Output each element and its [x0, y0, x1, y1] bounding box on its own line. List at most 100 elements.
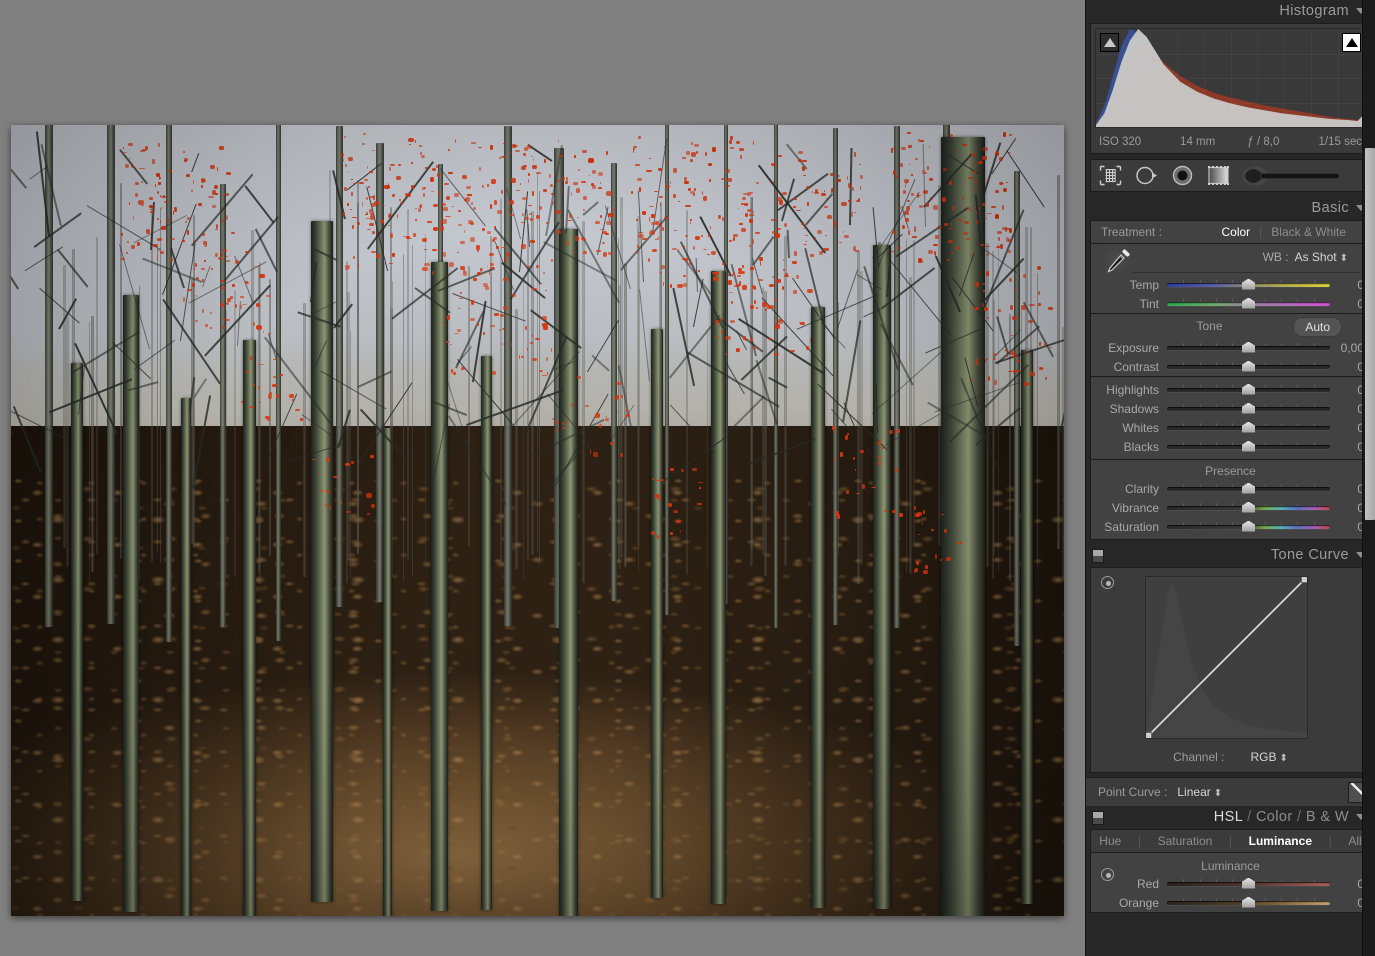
slider-control[interactable] — [1167, 384, 1330, 396]
slider-value[interactable]: 0 — [1330, 421, 1364, 435]
slider-control[interactable] — [1167, 342, 1330, 354]
slider-row-blacks[interactable]: Blacks0 — [1091, 437, 1370, 456]
slider-value[interactable]: 0 — [1330, 360, 1364, 374]
white-balance-section: WB : As Shot⬍ Temp0Tint0 — [1091, 244, 1370, 314]
slider-row-saturation[interactable]: Saturation0 — [1091, 517, 1370, 536]
slider-row-exposure[interactable]: Exposure 0,00 — [1091, 338, 1370, 357]
develop-right-panel[interactable]: Histogram ISO 320 14 mm ƒ / 8,0 1/15 sec — [1085, 0, 1375, 956]
adjustment-brush-tool[interactable] — [1241, 163, 1353, 188]
hsl-tab-saturation[interactable]: Saturation — [1158, 834, 1213, 848]
mid-tree-trunk — [107, 125, 115, 624]
red-eye-correction-tool[interactable] — [1169, 163, 1196, 188]
background-tree — [750, 197, 753, 566]
image-canvas-area[interactable] — [0, 0, 1085, 956]
slider-label: Exposure — [1095, 341, 1167, 355]
exif-focal-length: 14 mm — [1165, 136, 1231, 148]
spot-removal-tool[interactable] — [1133, 163, 1160, 188]
histogram-header[interactable]: Histogram — [1086, 0, 1375, 23]
shadow-clipping-toggle[interactable] — [1100, 33, 1119, 52]
panel-switch-icon[interactable] — [1092, 549, 1104, 563]
hsl-tab-hue[interactable]: Hue — [1099, 834, 1121, 848]
slider-value[interactable]: 0 — [1330, 501, 1364, 515]
slider-value[interactable]: 0 — [1330, 402, 1364, 416]
wb-value-text: As Shot — [1295, 250, 1337, 264]
hsl-title-bw[interactable]: B & W — [1306, 809, 1349, 825]
slider-value[interactable]: 0 — [1330, 877, 1364, 891]
treatment-row: Treatment : Color | Black & White — [1091, 221, 1370, 243]
slider-control[interactable] — [1167, 897, 1330, 909]
slider-value[interactable]: 0 — [1330, 383, 1364, 397]
crop-overlay-tool[interactable] — [1097, 163, 1124, 188]
channel-value[interactable]: RGB⬍ — [1250, 750, 1287, 764]
curve-handle-black-point[interactable] — [1145, 732, 1152, 739]
slider-label: Orange — [1095, 896, 1167, 910]
curve-handle-white-point[interactable] — [1301, 576, 1308, 583]
hsl-title-sep2: / — [1297, 809, 1301, 825]
hsl-title: HSL / Color / B & W — [1214, 809, 1349, 825]
hsl-section-label: Luminance — [1091, 855, 1370, 874]
slider-control[interactable] — [1167, 361, 1330, 373]
hsl-tab-luminance[interactable]: Luminance — [1249, 834, 1312, 848]
hsl-title-color[interactable]: Color — [1256, 809, 1293, 825]
targeted-adjustment-tool-icon[interactable] — [1101, 576, 1114, 589]
point-curve-row: Point Curve : Linear⬍ — [1086, 777, 1375, 806]
white-balance-selector-icon[interactable] — [1099, 246, 1133, 276]
slider-control[interactable] — [1167, 403, 1330, 415]
panel-scrollbar-thumb[interactable] — [1365, 148, 1375, 520]
slider-row-red[interactable]: Red0 — [1091, 874, 1370, 893]
slider-row-clarity[interactable]: Clarity0 — [1091, 479, 1370, 498]
tone-curve-title: Tone Curve — [1271, 547, 1349, 563]
background-tree — [913, 240, 915, 544]
tone-curve-plot[interactable] — [1145, 576, 1308, 739]
treatment-option-color[interactable]: Color — [1221, 225, 1250, 239]
slider-row-tint[interactable]: Tint0 — [1091, 294, 1370, 313]
panel-scrollbar[interactable] — [1362, 0, 1375, 956]
slider-row-contrast[interactable]: Contrast 0 — [1091, 357, 1370, 376]
auto-tone-button[interactable]: Auto — [1293, 317, 1342, 337]
slider-control[interactable] — [1167, 483, 1330, 495]
highlight-clipping-toggle[interactable] — [1342, 33, 1361, 52]
tone-label: Tone — [1196, 319, 1222, 333]
basic-panel-header[interactable]: Basic — [1086, 197, 1375, 220]
slider-control[interactable] — [1167, 279, 1330, 291]
graduated-filter-tool[interactable] — [1205, 163, 1232, 188]
slider-row-shadows[interactable]: Shadows0 — [1091, 399, 1370, 418]
slider-value[interactable]: 0 — [1330, 482, 1364, 496]
histogram-plot[interactable] — [1095, 28, 1366, 128]
hsl-title-hsl[interactable]: HSL — [1214, 809, 1243, 825]
background-tree — [157, 248, 158, 553]
point-curve-value[interactable]: Linear⬍ — [1177, 785, 1222, 799]
slider-value[interactable]: 0,00 — [1330, 341, 1364, 355]
histogram-title: Histogram — [1279, 3, 1349, 19]
slider-value[interactable]: 0 — [1330, 440, 1364, 454]
foreground-tree-trunk — [1021, 350, 1033, 904]
hsl-panel-header[interactable]: HSL / Color / B & W — [1086, 806, 1375, 829]
slider-value[interactable]: 0 — [1330, 520, 1364, 534]
exif-shutter-speed: 1/15 sec — [1296, 136, 1362, 148]
slider-value[interactable]: 0 — [1330, 278, 1364, 292]
slider-row-vibrance[interactable]: Vibrance0 — [1091, 498, 1370, 517]
slider-row-temp[interactable]: Temp0 — [1091, 275, 1370, 294]
foreground-tree-trunk — [941, 137, 985, 916]
channel-row: Channel : RGB⬍ — [1091, 750, 1370, 764]
panel-switch-icon[interactable] — [1092, 811, 1104, 825]
wb-value[interactable]: As Shot⬍ — [1295, 250, 1370, 264]
slider-control[interactable] — [1167, 298, 1330, 310]
tone-curve-header[interactable]: Tone Curve — [1086, 544, 1375, 567]
treatment-option-black-and-white[interactable]: Black & White — [1271, 225, 1346, 239]
slider-row-whites[interactable]: Whites0 — [1091, 418, 1370, 437]
slider-value[interactable]: 0 — [1330, 896, 1364, 910]
slider-row-highlights[interactable]: Highlights0 — [1091, 380, 1370, 399]
slider-control[interactable] — [1167, 422, 1330, 434]
slider-control[interactable] — [1167, 521, 1330, 533]
slider-control[interactable] — [1167, 502, 1330, 514]
develop-tool-strip[interactable] — [1090, 159, 1371, 192]
slider-control[interactable] — [1167, 878, 1330, 890]
slider-value[interactable]: 0 — [1330, 297, 1364, 311]
photo-preview[interactable] — [11, 125, 1064, 916]
slider-label: Contrast — [1095, 360, 1167, 374]
hsl-tab-all[interactable]: All — [1348, 834, 1361, 848]
hsl-tab-bar[interactable]: Hue|Saturation|Luminance|All — [1091, 830, 1370, 853]
slider-row-orange[interactable]: Orange 0 — [1091, 893, 1370, 912]
slider-control[interactable] — [1167, 441, 1330, 453]
